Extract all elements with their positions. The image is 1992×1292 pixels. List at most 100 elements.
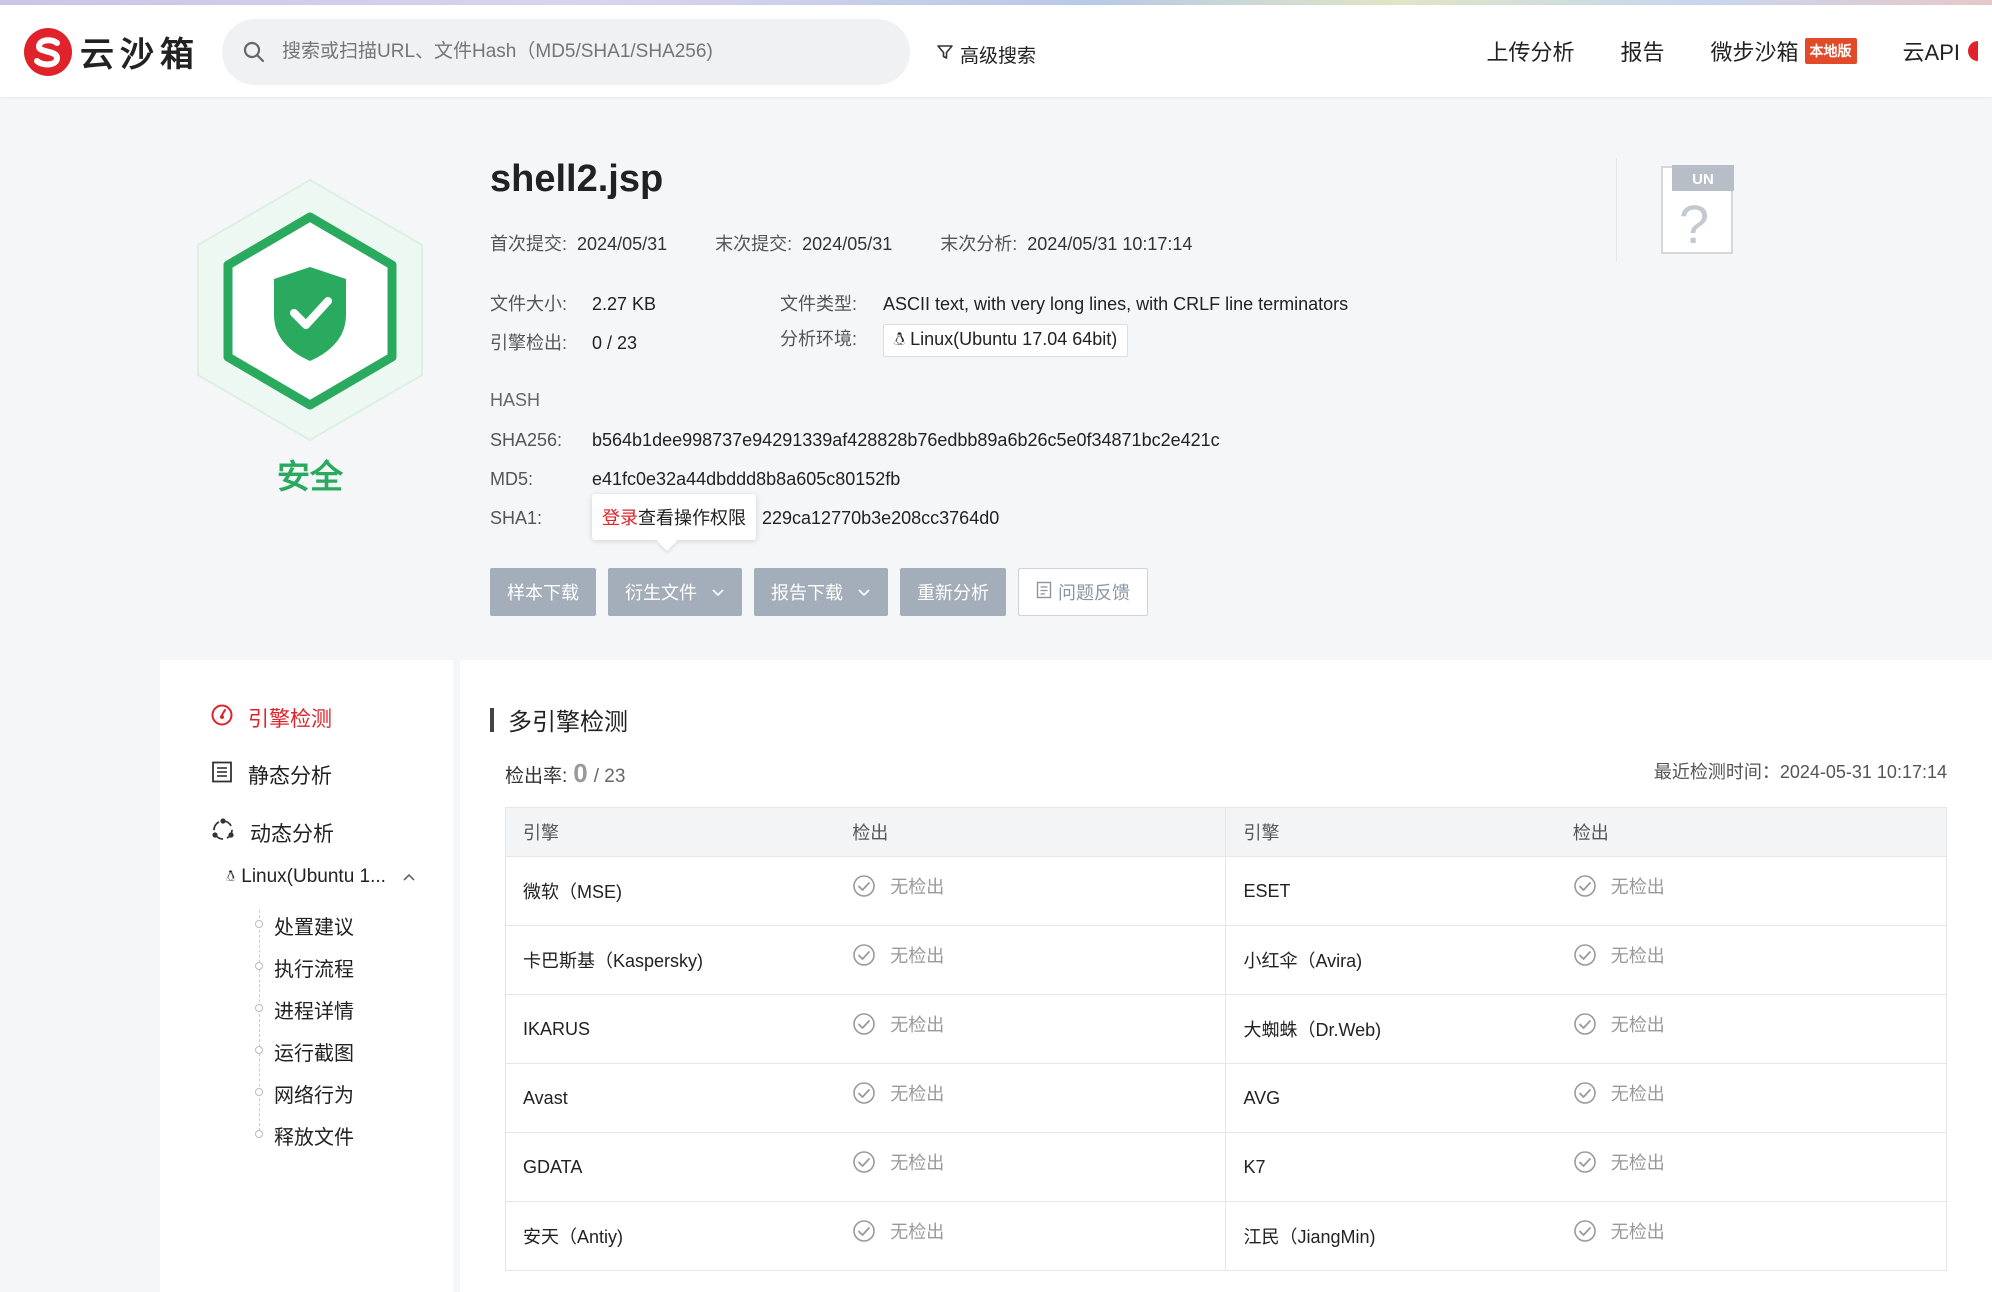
no-detect-label: 无检出 bbox=[1610, 1015, 1665, 1035]
sidebar-item-dynamic[interactable]: 动态分析 bbox=[210, 817, 334, 849]
rate-number: 0 bbox=[573, 758, 588, 788]
sidebar-item-engine-label: 引擎检测 bbox=[248, 708, 332, 731]
file-name: shell2.jsp bbox=[490, 158, 664, 200]
tree-line bbox=[259, 910, 260, 1136]
logo-icon bbox=[24, 27, 72, 76]
size-label: 文件大小: bbox=[490, 294, 568, 314]
tree-dot bbox=[255, 920, 263, 928]
engine-label: 引擎检出: bbox=[490, 333, 568, 353]
tree-dot bbox=[255, 962, 263, 970]
sidebar-leaf-screenshots[interactable]: 运行截图 bbox=[274, 1037, 354, 1066]
title-bar bbox=[490, 707, 494, 732]
table-row: 微软（MSE) 无检出 ESET 无检出 bbox=[505, 856, 1947, 926]
sidebar-leaf-network[interactable]: 网络行为 bbox=[274, 1079, 354, 1108]
size-row: 文件大小: 2.27 KB bbox=[490, 290, 656, 316]
document-icon bbox=[1036, 581, 1052, 604]
last-submit-value: 2024/05/31 bbox=[802, 234, 893, 254]
reanalyze-button[interactable]: 重新分析 bbox=[900, 568, 1006, 616]
engine-name: Avast bbox=[505, 1063, 836, 1133]
sha1-value[interactable]: 229ca12770b3e208cc3764d0 bbox=[762, 508, 999, 528]
engine-name: 大蜘蛛（Dr.Web) bbox=[1225, 994, 1556, 1064]
no-detect-label: 无检出 bbox=[890, 1015, 945, 1035]
sidebar-env-item[interactable]: 🐧︎ Linux(Ubuntu 1... bbox=[226, 866, 416, 888]
env-row: 分析环境: 🐧︎ Linux(Ubuntu 17.04 64bit) bbox=[780, 324, 1129, 357]
table-row: GDATA 无检出 K7 无检出 bbox=[505, 1132, 1947, 1202]
table-header-row: 引擎 检出 引擎 检出 bbox=[505, 807, 1947, 857]
check-circle-icon bbox=[1573, 943, 1597, 967]
engine-name: AVG bbox=[1225, 1063, 1556, 1133]
verdict-shield bbox=[190, 175, 430, 445]
table-row: IKARUS 无检出 大蜘蛛（Dr.Web) 无检出 bbox=[505, 994, 1947, 1064]
nav-api[interactable]: 云API bbox=[1903, 35, 1978, 67]
permission-tooltip: 登录查看操作权限 bbox=[592, 494, 756, 540]
detection-result: 无检出 bbox=[835, 1063, 1227, 1133]
search-box[interactable] bbox=[222, 19, 910, 85]
sidebar-leaf-disposal[interactable]: 处置建议 bbox=[274, 911, 354, 940]
last-submit-label: 末次提交: bbox=[715, 234, 793, 254]
nav-weibu[interactable]: 微步沙箱 本地版 bbox=[1711, 35, 1857, 67]
no-detect-label: 无检出 bbox=[1610, 946, 1665, 966]
derived-files-button[interactable]: 衍生文件 bbox=[608, 568, 742, 616]
check-circle-icon bbox=[852, 1219, 876, 1243]
login-link[interactable]: 登录 bbox=[602, 508, 638, 528]
tree-dot bbox=[255, 1004, 263, 1012]
first-submit-label: 首次提交: bbox=[490, 234, 568, 254]
type-value: ASCII text, with very long lines, with C… bbox=[883, 294, 1349, 314]
gauge-icon bbox=[210, 703, 234, 733]
no-detect-label: 无检出 bbox=[890, 1084, 945, 1104]
top-nav: 上传分析 报告 微步沙箱 本地版 云API bbox=[1486, 35, 1992, 67]
sidebar-leaf-dropped-files[interactable]: 释放文件 bbox=[274, 1121, 354, 1150]
detection-result: 无检出 bbox=[835, 1201, 1227, 1271]
last-analysis-value: 2024/05/31 10:17:14 bbox=[1027, 234, 1193, 254]
detection-result: 无检出 bbox=[1555, 1201, 1947, 1271]
feedback-button[interactable]: 问题反馈 bbox=[1018, 568, 1148, 616]
download-sample-button[interactable]: 样本下载 bbox=[490, 568, 596, 616]
md5-row: MD5: e41fc0e32a44dbddd8b8a605c80152fb bbox=[490, 469, 900, 490]
column-header: 引擎 bbox=[1225, 807, 1556, 857]
sidebar-leaf-process-details[interactable]: 进程详情 bbox=[274, 995, 354, 1024]
rate-label: 检出率: bbox=[505, 766, 568, 787]
check-circle-icon bbox=[1573, 1081, 1597, 1105]
engine-name: GDATA bbox=[505, 1132, 836, 1202]
sidebar-item-engine[interactable]: 引擎检测 bbox=[210, 703, 332, 733]
detection-result: 无检出 bbox=[835, 925, 1227, 995]
engine-name: 小红伞（Avira) bbox=[1225, 925, 1556, 995]
no-detect-label: 无检出 bbox=[1610, 1084, 1665, 1104]
tree-dot bbox=[255, 1046, 263, 1054]
advanced-search-button[interactable]: 高级搜索 bbox=[936, 41, 1036, 68]
nav-report[interactable]: 报告 bbox=[1621, 35, 1665, 67]
detection-result: 无检出 bbox=[1555, 925, 1947, 995]
check-circle-icon bbox=[852, 874, 876, 898]
reanalyze-label: 重新分析 bbox=[917, 583, 989, 603]
detection-result: 无检出 bbox=[835, 994, 1227, 1064]
list-icon bbox=[210, 760, 234, 790]
download-sample-label: 样本下载 bbox=[507, 583, 579, 603]
search-input[interactable] bbox=[282, 41, 862, 63]
column-header: 检出 bbox=[1555, 807, 1947, 857]
first-submit-value: 2024/05/31 bbox=[577, 234, 668, 254]
nav-api-label: 云API bbox=[1902, 40, 1960, 65]
linux-icon: 🐧︎ bbox=[226, 867, 236, 885]
check-circle-icon bbox=[1573, 1012, 1597, 1036]
env-tag: 🐧︎ Linux(Ubuntu 17.04 64bit) bbox=[883, 324, 1129, 357]
linux-icon: 🐧︎ bbox=[894, 329, 906, 349]
report-download-button[interactable]: 报告下载 bbox=[754, 568, 888, 616]
md5-value[interactable]: e41fc0e32a44dbddd8b8a605c80152fb bbox=[592, 469, 900, 489]
sidebar-leaf-execution-flow[interactable]: 执行流程 bbox=[274, 953, 354, 982]
engine-name: K7 bbox=[1225, 1132, 1556, 1202]
logo[interactable]: 云沙箱 bbox=[24, 27, 200, 76]
sha256-value[interactable]: b564b1dee998737e94291339af428828b76edbb8… bbox=[592, 430, 1220, 450]
sidebar-item-static[interactable]: 静态分析 bbox=[210, 760, 332, 790]
rate-denominator: / 23 bbox=[593, 766, 626, 787]
table-row: 卡巴斯基（Kaspersky) 无检出 小红伞（Avira) 无检出 bbox=[505, 925, 1947, 995]
check-circle-icon bbox=[1573, 1150, 1597, 1174]
sidebar-env-label: Linux(Ubuntu 1... bbox=[241, 866, 386, 887]
no-detect-label: 无检出 bbox=[1610, 877, 1665, 897]
feedback-label: 问题反馈 bbox=[1058, 583, 1130, 603]
nav-upload[interactable]: 上传分析 bbox=[1486, 35, 1574, 67]
cycle-icon bbox=[210, 817, 236, 849]
chevron-up-icon[interactable] bbox=[402, 866, 416, 888]
tree-dot bbox=[255, 1088, 263, 1096]
size-value: 2.27 KB bbox=[592, 294, 657, 314]
env-label: 分析环境: bbox=[780, 329, 858, 349]
